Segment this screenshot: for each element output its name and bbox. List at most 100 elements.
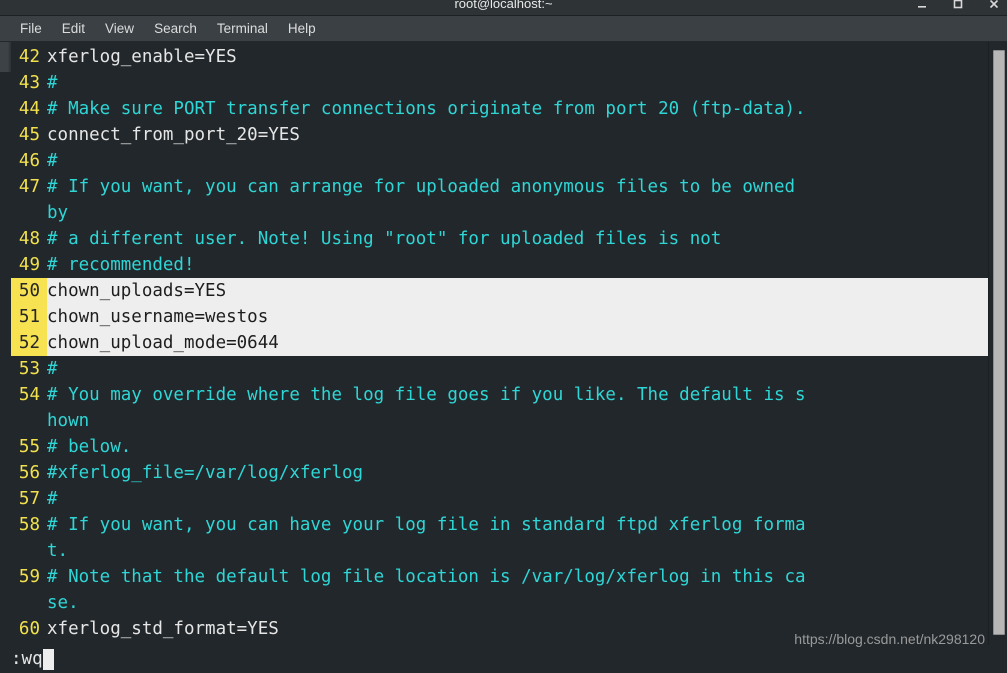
line-number: 48 xyxy=(18,229,40,249)
line-text: # xyxy=(47,151,58,171)
title-bar: root@localhost:~ xyxy=(0,0,1007,16)
scrollbar-thumb[interactable] xyxy=(993,50,1005,635)
menu-item-search[interactable]: Search xyxy=(144,18,207,39)
menu-item-edit[interactable]: Edit xyxy=(52,18,95,39)
terminal-window: root@localhost:~ File Edit View Search T… xyxy=(0,0,1007,673)
editor-line[interactable]: 47 # If you want, you can arrange for upl… xyxy=(11,174,1007,200)
line-number: 51 xyxy=(11,304,47,330)
editor-line-wrapped[interactable]: t. xyxy=(11,538,1007,564)
vertical-scrollbar[interactable] xyxy=(988,42,1007,645)
editor-line[interactable]: 45 connect_from_port_20=YES xyxy=(11,122,1007,148)
line-content: chown_upload_mode=0644 xyxy=(47,330,1007,356)
line-text: t. xyxy=(47,541,69,561)
line-content: # If you want, you can have your log fil… xyxy=(47,512,1007,538)
editor-line-wrapped[interactable]: hown xyxy=(11,408,1007,434)
editor-line[interactable]: 52 chown_upload_mode=0644 xyxy=(11,330,1007,356)
editor-line[interactable]: 51 chown_username=westos xyxy=(11,304,1007,330)
line-text: xferlog_std_format=YES xyxy=(47,619,279,639)
line-number: 54 xyxy=(18,385,40,405)
menu-item-view[interactable]: View xyxy=(95,18,144,39)
line-text: # xyxy=(47,489,58,509)
line-text: # You may override where the log file go… xyxy=(47,385,806,405)
line-number: 49 xyxy=(18,255,40,275)
editor-line[interactable]: 57 # xyxy=(11,486,1007,512)
line-content: se. xyxy=(47,590,1007,616)
editor-line[interactable]: 44 # Make sure PORT transfer connections … xyxy=(11,96,1007,122)
line-number: 52 xyxy=(11,330,47,356)
line-text: chown_uploads=YES xyxy=(47,281,227,301)
menu-item-file[interactable]: File xyxy=(10,18,52,39)
editor-line[interactable]: 58 # If you want, you can have your log f… xyxy=(11,512,1007,538)
editor-line[interactable]: 50 chown_uploads=YES xyxy=(11,278,1007,304)
line-text: # xyxy=(47,73,58,93)
minimize-button[interactable] xyxy=(915,0,929,11)
line-content: # xyxy=(47,148,1007,174)
editor-line-wrapped[interactable]: by xyxy=(11,200,1007,226)
editor-line-wrapped[interactable]: se. xyxy=(11,590,1007,616)
editor-lines: 42 xferlog_enable=YES 43 #44 # Make sure POR… xyxy=(11,44,1007,642)
editor-line[interactable]: 54 # You may override where the log file … xyxy=(11,382,1007,408)
close-button[interactable] xyxy=(987,0,1001,11)
line-number: 58 xyxy=(18,515,40,535)
line-content: # xyxy=(47,356,1007,382)
vim-command-line[interactable]: :wq xyxy=(0,645,1007,673)
window-title: root@localhost:~ xyxy=(454,0,553,11)
menu-item-help[interactable]: Help xyxy=(278,18,326,39)
line-content: # Make sure PORT transfer connections or… xyxy=(47,96,1007,122)
line-number: 43 xyxy=(18,73,40,93)
line-number: 42 xyxy=(18,47,40,67)
line-text: # xyxy=(47,359,58,379)
window-left-edge xyxy=(0,42,11,645)
menu-bar: File Edit View Search Terminal Help xyxy=(0,16,1007,42)
editor-line[interactable]: 53 # xyxy=(11,356,1007,382)
editor-line[interactable]: 56 #xferlog_file=/var/log/xferlog xyxy=(11,460,1007,486)
editor-line[interactable]: 59 # Note that the default log file locat… xyxy=(11,564,1007,590)
line-text: #xferlog_file=/var/log/xferlog xyxy=(47,463,364,483)
editor-viewport[interactable]: 42 xferlog_enable=YES 43 #44 # Make sure POR… xyxy=(11,42,1007,645)
editor-line[interactable]: 55 # below. xyxy=(11,434,1007,460)
line-number: 55 xyxy=(18,437,40,457)
line-content: t. xyxy=(47,538,1007,564)
line-text: se. xyxy=(47,593,79,613)
menu-item-terminal[interactable]: Terminal xyxy=(207,18,278,39)
editor-line[interactable]: 48 # a different user. Note! Using "root"… xyxy=(11,226,1007,252)
line-content: chown_uploads=YES xyxy=(47,278,1007,304)
editor-line[interactable]: 43 # xyxy=(11,70,1007,96)
line-content: connect_from_port_20=YES xyxy=(47,122,1007,148)
line-number: 47 xyxy=(18,177,40,197)
line-text: chown_username=westos xyxy=(47,307,269,327)
line-number: 60 xyxy=(18,619,40,639)
line-text: # Make sure PORT transfer connections or… xyxy=(47,99,806,119)
editor-line[interactable]: 60 xferlog_std_format=YES xyxy=(11,616,1007,642)
editor-line[interactable]: 42 xferlog_enable=YES xyxy=(11,44,1007,70)
line-content: # Note that the default log file locatio… xyxy=(47,564,1007,590)
text-cursor xyxy=(42,648,54,670)
line-content: # xyxy=(47,486,1007,512)
line-text: # below. xyxy=(47,437,132,457)
line-text: hown xyxy=(47,411,90,431)
editor-line[interactable]: 49 # recommended! xyxy=(11,252,1007,278)
line-content: xferlog_enable=YES xyxy=(47,44,1007,70)
maximize-button[interactable] xyxy=(951,0,965,11)
line-content: xferlog_std_format=YES xyxy=(47,616,1007,642)
terminal-body: 42 xferlog_enable=YES 43 #44 # Make sure POR… xyxy=(0,42,1007,645)
line-text: xferlog_enable=YES xyxy=(47,47,237,67)
line-content: # recommended! xyxy=(47,252,1007,278)
line-text: by xyxy=(47,203,69,223)
line-content: chown_username=westos xyxy=(47,304,1007,330)
line-number: 59 xyxy=(18,567,40,587)
window-controls xyxy=(915,0,1001,11)
line-number: 44 xyxy=(18,99,40,119)
line-text: # Note that the default log file locatio… xyxy=(47,567,806,587)
line-text: chown_upload_mode=0644 xyxy=(47,333,279,353)
line-content: # below. xyxy=(47,434,1007,460)
line-content: # xyxy=(47,70,1007,96)
line-number: 50 xyxy=(11,278,47,304)
line-content: # If you want, you can arrange for uploa… xyxy=(47,174,1007,200)
line-content: # a different user. Note! Using "root" f… xyxy=(47,226,1007,252)
line-text: connect_from_port_20=YES xyxy=(47,125,300,145)
editor-line[interactable]: 46 # xyxy=(11,148,1007,174)
line-number: 56 xyxy=(18,463,40,483)
line-number: 53 xyxy=(18,359,40,379)
line-number: 46 xyxy=(18,151,40,171)
